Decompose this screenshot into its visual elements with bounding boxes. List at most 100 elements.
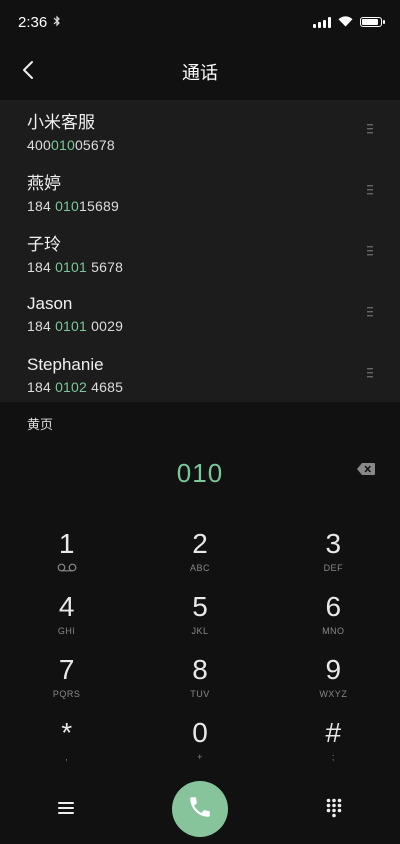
- menu-icon: [57, 801, 75, 820]
- key-digit: 1: [58, 528, 75, 559]
- dialpad-toggle-button[interactable]: [322, 798, 346, 822]
- number-match: 0101: [55, 259, 88, 275]
- key-letters: ;: [331, 752, 335, 762]
- menu-button[interactable]: [54, 798, 78, 822]
- delete-button[interactable]: [354, 461, 378, 481]
- status-time: 2:36: [18, 13, 48, 31]
- bluetooth-icon: [53, 15, 61, 30]
- phone-icon: [187, 794, 213, 825]
- contact-name: Stephanie: [27, 354, 104, 374]
- key-digit: 2: [192, 528, 208, 559]
- header: 通话: [0, 44, 400, 100]
- more-icon: [367, 366, 373, 384]
- key-hash[interactable]: # ;: [267, 717, 400, 780]
- more-icon: [367, 305, 373, 323]
- contact-text: Jason 184 0101 0029: [27, 294, 123, 334]
- contact-item[interactable]: 子玲 184 0101 5678: [0, 222, 400, 283]
- number-suffix: 0029: [87, 317, 124, 334]
- key-5[interactable]: 5 JKL: [133, 591, 266, 654]
- key-row: 4 GHI 5 JKL 6 MNO: [0, 591, 400, 654]
- number-match: 0102: [55, 378, 88, 395]
- key-star[interactable]: * ,: [0, 717, 133, 780]
- key-8[interactable]: 8 TUV: [133, 654, 266, 717]
- key-letters: WXYZ: [319, 689, 348, 699]
- status-left: 2:36: [18, 14, 61, 31]
- key-7[interactable]: 7 PQRS: [0, 654, 133, 717]
- number-prefix: 184: [27, 198, 56, 214]
- key-9[interactable]: 9 WXYZ: [267, 654, 400, 717]
- number-match: 0101: [55, 317, 88, 334]
- key-row: * , 0 + # ;: [0, 717, 400, 780]
- key-letters: ABC: [189, 563, 210, 573]
- key-digit: 4: [58, 591, 75, 622]
- key-digit: 5: [192, 591, 208, 622]
- key-digit: 0: [192, 717, 208, 748]
- contact-item[interactable]: Jason 184 0101 0029: [0, 283, 400, 344]
- key-4[interactable]: 4 GHI: [0, 591, 133, 654]
- contact-name: 燕婷: [27, 174, 61, 193]
- contact-more-button[interactable]: [360, 366, 380, 384]
- key-row: 1 2 ABC 3 DEF: [0, 528, 400, 591]
- voicemail-icon: [57, 563, 77, 574]
- key-letters: +: [197, 752, 203, 762]
- contact-number: 40001005678: [27, 137, 115, 153]
- key-digit: 6: [325, 591, 342, 622]
- number-suffix: 05678: [74, 137, 115, 153]
- key-digit: 3: [325, 528, 342, 559]
- backspace-icon: [357, 462, 375, 480]
- back-button[interactable]: [10, 54, 46, 90]
- number-prefix: 400: [27, 137, 51, 153]
- contact-name: 子玲: [27, 235, 61, 254]
- key-letters: PQRS: [52, 689, 81, 699]
- key-3[interactable]: 3 DEF: [267, 528, 400, 591]
- status-bar: 2:36: [0, 0, 400, 44]
- key-1[interactable]: 1: [0, 528, 133, 591]
- number-suffix: 5678: [87, 259, 124, 275]
- wifi-icon: [338, 14, 353, 31]
- contact-number: 184 01015689: [27, 198, 119, 214]
- contact-text: 燕婷 184 01015689: [27, 169, 119, 214]
- key-digit: *: [61, 717, 73, 748]
- contact-item[interactable]: 小米客服 40001005678: [0, 100, 400, 161]
- page-title: 通话: [182, 63, 218, 83]
- contact-more-button[interactable]: [360, 244, 380, 262]
- key-digit: 8: [192, 654, 208, 685]
- contact-item[interactable]: 燕婷 184 01015689: [0, 161, 400, 222]
- contact-text: 小米客服 40001005678: [27, 108, 115, 153]
- contact-more-button[interactable]: [360, 183, 380, 201]
- signal-icon: [313, 16, 331, 28]
- contact-item[interactable]: Stephanie 184 0102 4685: [0, 344, 400, 405]
- contact-text: Stephanie 184 0102 4685: [27, 355, 123, 395]
- number-prefix: 184: [27, 259, 56, 275]
- contact-name: Jason: [27, 293, 73, 313]
- status-right: [313, 14, 385, 31]
- contact-name: 小米客服: [27, 113, 95, 132]
- call-button[interactable]: [172, 781, 228, 837]
- key-letters: MNO: [322, 626, 345, 636]
- number-prefix: 184: [27, 317, 56, 334]
- yellow-pages-link[interactable]: 黄页: [27, 414, 53, 433]
- contact-more-button[interactable]: [360, 122, 380, 140]
- key-letters: GHI: [57, 626, 76, 636]
- key-letters: TUV: [190, 689, 210, 699]
- more-icon: [367, 244, 373, 262]
- key-2[interactable]: 2 ABC: [133, 528, 266, 591]
- key-digit: 7: [58, 654, 75, 685]
- contact-number: 184 0101 0029: [27, 318, 123, 334]
- contact-number: 184 0102 4685: [27, 379, 123, 395]
- contact-suggestion-list: 小米客服 40001005678 燕婷 184 01015689 子玲 184 …: [0, 100, 400, 402]
- number-match: 010: [55, 198, 80, 214]
- keypad: 1 2 ABC 3 DEF 4 GHI 5 JKL 6 MNO 7 PQRS 8…: [0, 528, 400, 780]
- number-prefix: 184: [27, 378, 56, 395]
- dialpad-icon: [326, 798, 342, 823]
- key-digit: 9: [325, 654, 342, 685]
- contact-more-button[interactable]: [360, 305, 380, 323]
- key-0[interactable]: 0 +: [133, 717, 266, 780]
- more-icon: [367, 122, 373, 140]
- contact-text: 子玲 184 0101 5678: [27, 230, 123, 275]
- key-6[interactable]: 6 MNO: [267, 591, 400, 654]
- bottom-bar: [0, 780, 400, 840]
- number-suffix: 4685: [87, 378, 124, 395]
- dialed-number: 010: [176, 457, 224, 488]
- contact-number: 184 0101 5678: [27, 259, 123, 275]
